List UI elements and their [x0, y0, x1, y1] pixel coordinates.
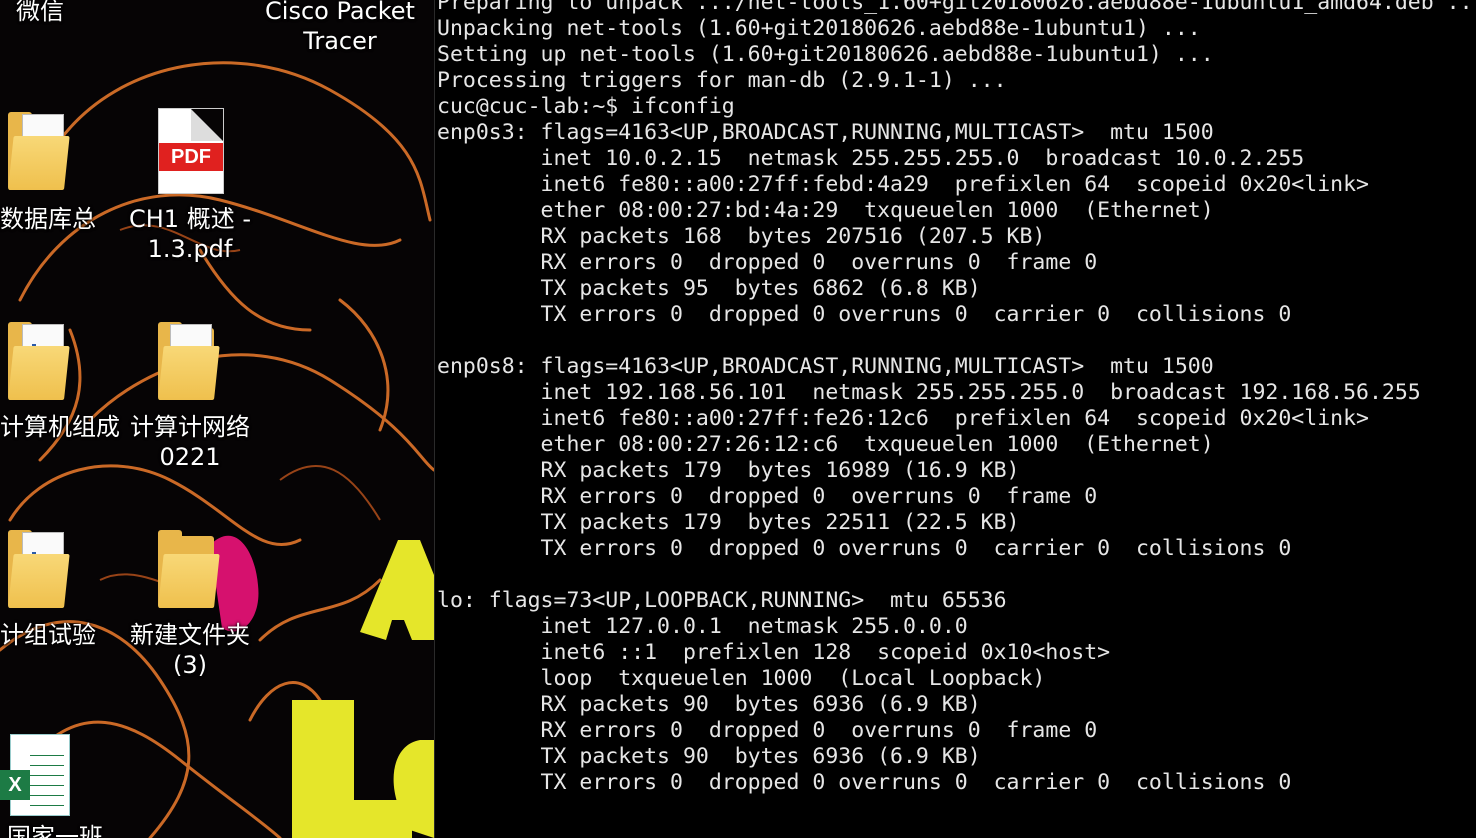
excel-file-icon[interactable]: X: [0, 734, 70, 816]
terminal-line: RX packets 179 bytes 16989 (16.9 KB): [437, 458, 1020, 483]
terminal-line: Preparing to unpack .../net-tools_1.60+g…: [437, 0, 1476, 15]
terminal-window[interactable]: Preparing to unpack .../net-tools_1.60+g…: [434, 0, 1476, 838]
terminal-line: TX errors 0 dropped 0 overruns 0 carrier…: [437, 302, 1292, 327]
folder-icon[interactable]: [8, 318, 70, 400]
terminal-output: Preparing to unpack .../net-tools_1.60+g…: [437, 0, 1476, 796]
desktop-icon-ch1-pdf-label[interactable]: CH1 概述 - 1.3.pdf: [124, 204, 256, 264]
terminal-line: RX errors 0 dropped 0 overruns 0 frame 0: [437, 250, 1098, 275]
terminal-line: ether 08:00:27:bd:4a:29 txqueuelen 1000 …: [437, 198, 1214, 223]
desktop-icon-excel-label[interactable]: 国家一班: [0, 822, 110, 838]
excel-badge: X: [0, 770, 30, 800]
terminal-line: cuc@cuc-lab:~$ ifconfig: [437, 94, 735, 119]
pdf-badge: PDF: [159, 143, 223, 171]
terminal-line: RX packets 90 bytes 6936 (6.9 KB): [437, 692, 981, 717]
terminal-line: TX packets 95 bytes 6862 (6.8 KB): [437, 276, 981, 301]
terminal-line: Unpacking net-tools (1.60+git20180626.ae…: [437, 16, 1201, 41]
terminal-line: lo: flags=73<UP,LOOPBACK,RUNNING> mtu 65…: [437, 588, 1007, 613]
desktop-icon-network-0221-label[interactable]: 计算计网络 0221: [124, 412, 256, 472]
folder-icon[interactable]: PDF: [158, 318, 220, 400]
terminal-line: Processing triggers for man-db (2.9.1-1)…: [437, 68, 1007, 93]
terminal-line: TX packets 179 bytes 22511 (22.5 KB): [437, 510, 1020, 535]
desktop-icon-wechat-label[interactable]: 微信: [0, 0, 80, 26]
desktop-icon-cisco-label[interactable]: Cisco Packet Tracer: [260, 0, 420, 56]
terminal-line: inet 192.168.56.101 netmask 255.255.255.…: [437, 380, 1421, 405]
terminal-line: inet 10.0.2.15 netmask 255.255.255.0 bro…: [437, 146, 1305, 171]
terminal-line: RX packets 168 bytes 207516 (207.5 KB): [437, 224, 1046, 249]
desktop: 微信 Cisco Packet Tracer PDF 数据库总 PDF CH1 …: [0, 0, 434, 838]
terminal-line: inet 127.0.0.1 netmask 255.0.0.0: [437, 614, 968, 639]
terminal-line: enp0s3: flags=4163<UP,BROADCAST,RUNNING,…: [437, 120, 1214, 145]
terminal-line: TX packets 90 bytes 6936 (6.9 KB): [437, 744, 981, 769]
terminal-line: inet6 fe80::a00:27ff:fe26:12c6 prefixlen…: [437, 406, 1369, 431]
terminal-line: TX errors 0 dropped 0 overruns 0 carrier…: [437, 536, 1292, 561]
folder-icon[interactable]: PDF: [8, 108, 70, 190]
terminal-line: enp0s8: flags=4163<UP,BROADCAST,RUNNING,…: [437, 354, 1214, 379]
terminal-line: TX errors 0 dropped 0 overruns 0 carrier…: [437, 770, 1292, 795]
terminal-line: inet6 fe80::a00:27ff:febd:4a29 prefixlen…: [437, 172, 1369, 197]
folder-icon[interactable]: [158, 526, 220, 608]
pdf-file-icon[interactable]: PDF: [158, 108, 224, 194]
terminal-line: loop txqueuelen 1000 (Local Loopback): [437, 666, 1046, 691]
terminal-line: inet6 ::1 prefixlen 128 scopeid 0x10<hos…: [437, 640, 1111, 665]
terminal-line: Setting up net-tools (1.60+git20180626.a…: [437, 42, 1214, 67]
desktop-icon-db-summary-label[interactable]: 数据库总: [0, 204, 96, 234]
desktop-icon-design-exp-label[interactable]: 计组试验: [0, 620, 96, 650]
terminal-line: RX errors 0 dropped 0 overruns 0 frame 0: [437, 484, 1098, 509]
folder-icon[interactable]: [8, 526, 70, 608]
desktop-icon-new-folder-label[interactable]: 新建文件夹 (3): [124, 620, 256, 680]
terminal-line: RX errors 0 dropped 0 overruns 0 frame 0: [437, 718, 1098, 743]
desktop-icon-computer-org-label[interactable]: 计算机组成: [0, 412, 120, 442]
terminal-line: ether 08:00:27:26:12:c6 txqueuelen 1000 …: [437, 432, 1214, 457]
